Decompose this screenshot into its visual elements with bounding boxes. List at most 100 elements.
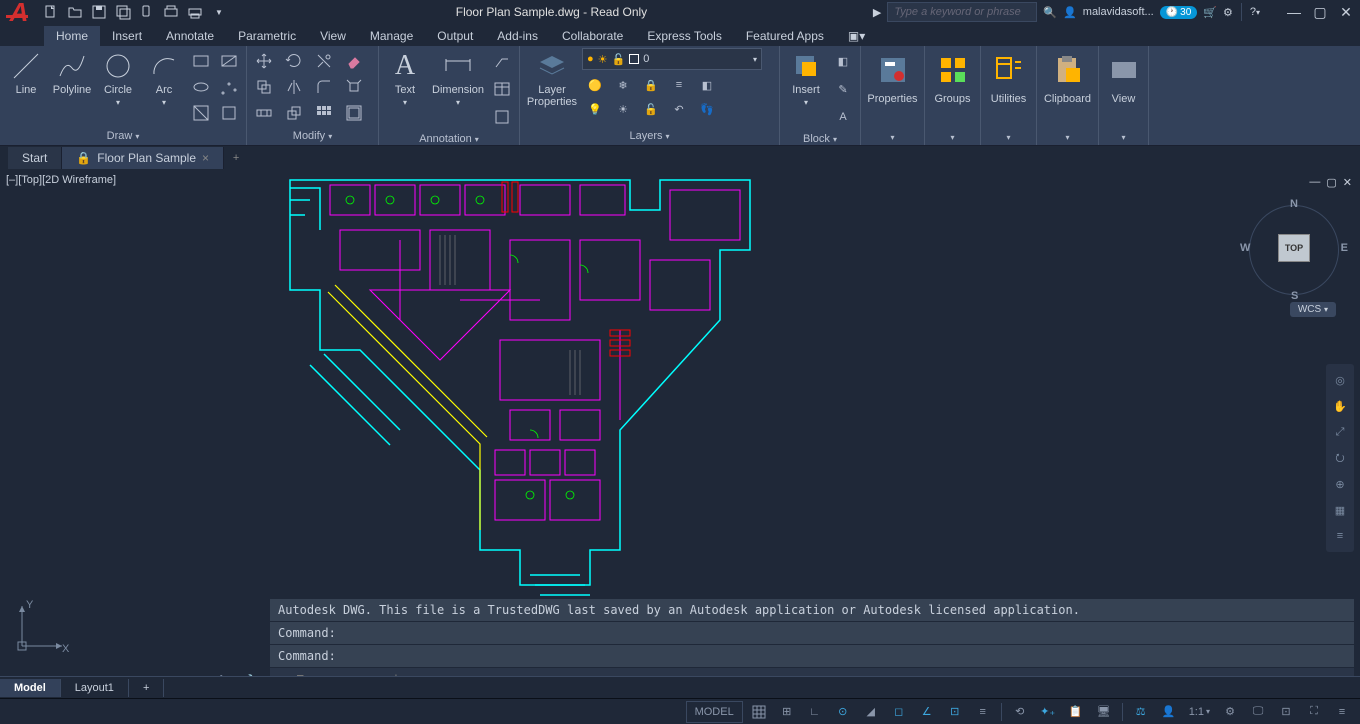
orbit-icon[interactable]: ⭮ (1330, 448, 1350, 468)
layout-tab-model[interactable]: Model (0, 679, 61, 697)
layer-lock-tool[interactable]: 🔒 (638, 72, 664, 98)
polar-toggle[interactable]: ⊙ (831, 701, 855, 723)
scale-tool[interactable] (281, 100, 307, 126)
anno-scale-value[interactable]: 1:1▾ (1185, 701, 1214, 723)
nav-settings-icon[interactable]: ≡ (1330, 526, 1350, 546)
nav-more-icon[interactable]: ▦ (1330, 500, 1350, 520)
user-name-label[interactable]: malavidasoft... (1083, 6, 1154, 18)
anno-vis-icon[interactable]: 👤 (1157, 701, 1181, 723)
close-tab-icon[interactable]: × (202, 151, 209, 165)
signin-icon[interactable]: 👤 (1063, 6, 1077, 19)
insert-tool[interactable]: Insert▾ (784, 48, 828, 109)
tab-collaborate[interactable]: Collaborate (550, 26, 635, 46)
panel-block-title[interactable]: Block▾ (784, 130, 856, 148)
showmo-icon[interactable]: ⊕ (1330, 474, 1350, 494)
hatch-tool[interactable] (216, 48, 242, 74)
layer-iso-tool[interactable]: ◧ (694, 72, 720, 98)
trans-toggle[interactable]: ≡ (971, 701, 995, 723)
arc-tool[interactable]: Arc▾ (142, 48, 186, 109)
rectangle-tool[interactable] (188, 48, 214, 74)
app-logo[interactable]: A (4, 0, 34, 27)
drawing-area[interactable]: [–][Top][2D Wireframe] — ▢ ✕ (0, 170, 1360, 692)
layout-tab-add[interactable]: + (129, 679, 164, 697)
filetab-start[interactable]: Start (8, 147, 62, 169)
qat-web-icon[interactable] (136, 2, 158, 22)
panel-groups[interactable]: Groups ▾ (925, 46, 981, 145)
create-block-tool[interactable]: ◧ (830, 48, 856, 74)
workspace-switch-icon[interactable]: ⚙ (1218, 701, 1242, 723)
array-tool[interactable] (311, 100, 337, 126)
layer-match-tool[interactable]: ≡ (666, 72, 692, 98)
rotate-tool[interactable] (281, 48, 307, 74)
edit-block-tool[interactable]: ✎ (830, 76, 856, 102)
anno-scale-icon[interactable]: ⚖ (1129, 701, 1153, 723)
qat-open-icon[interactable] (64, 2, 86, 22)
wcs-dropdown[interactable]: WCS ▾ (1290, 302, 1336, 317)
layer-prev-tool[interactable]: ↶ (666, 96, 692, 122)
explode-tool[interactable] (341, 74, 367, 100)
tab-featured[interactable]: Featured Apps (734, 26, 836, 46)
ucs-icon[interactable]: Y X (12, 596, 72, 656)
tab-output[interactable]: Output (425, 26, 485, 46)
customize-status-icon[interactable]: ≡ (1330, 701, 1354, 723)
selection-cycling[interactable]: ⟲ (1008, 701, 1032, 723)
move-tool[interactable] (251, 48, 277, 74)
layout-tab-layout1[interactable]: Layout1 (61, 679, 129, 697)
line-tool[interactable]: Line (4, 48, 48, 98)
dyn-input-toggle[interactable]: ✦₊ (1036, 701, 1060, 723)
new-tab-button[interactable]: + (224, 152, 248, 164)
tab-home[interactable]: Home (44, 26, 100, 46)
clean-screen-icon[interactable]: ⛶ (1302, 701, 1326, 723)
panel-properties[interactable]: Properties ▾ (861, 46, 925, 145)
dimension-tool[interactable]: Dimension▾ (429, 48, 487, 109)
iso-toggle[interactable]: ◢ (859, 701, 883, 723)
vp-close-icon[interactable]: ✕ (1343, 176, 1352, 189)
layer-freeze-tool[interactable]: ❄ (610, 72, 636, 98)
qat-save-icon[interactable] (88, 2, 110, 22)
layer-thaw-tool[interactable]: ☀ (610, 96, 636, 122)
layer-off-tool[interactable]: 🟡 (582, 72, 608, 98)
more-draw-tool[interactable] (216, 100, 242, 126)
app-store-icon[interactable]: ⚙ (1223, 6, 1233, 19)
table-tool[interactable] (489, 76, 515, 102)
model-space-button[interactable]: MODEL (686, 701, 743, 723)
layer-dropdown[interactable]: ● ☀ 🔓 0 ▾ (582, 48, 762, 70)
tab-addins[interactable]: Add-ins (485, 26, 550, 46)
hardware-accel-icon[interactable]: ⊡ (1274, 701, 1298, 723)
full-nav-wheel-icon[interactable]: ◎ (1330, 370, 1350, 390)
share-arrow-icon[interactable]: ▶ (873, 6, 881, 19)
qat-more-icon[interactable]: ▼ (208, 2, 230, 22)
zoom-extents-icon[interactable]: ⤢ (1330, 422, 1350, 442)
fillet-tool[interactable] (311, 74, 337, 100)
tab-manage[interactable]: Manage (358, 26, 425, 46)
help-search-input[interactable]: Type a keyword or phrase (887, 2, 1037, 22)
search-icon[interactable]: 🔍 (1043, 6, 1057, 19)
spline-tool[interactable] (216, 74, 242, 100)
qat-plot-icon[interactable] (160, 2, 182, 22)
snap-toggle[interactable]: ⊞ (775, 701, 799, 723)
vp-minimize-icon[interactable]: — (1309, 176, 1320, 189)
anno-monitor-icon[interactable]: 🖵 (1246, 701, 1270, 723)
qat-new-icon[interactable] (40, 2, 62, 22)
ortho-toggle[interactable]: ∟ (803, 701, 827, 723)
layer-walk-tool[interactable]: 👣 (694, 96, 720, 122)
pan-icon[interactable]: ✋ (1330, 396, 1350, 416)
more-anno-tool[interactable] (489, 104, 515, 130)
filetab-current[interactable]: 🔒 Floor Plan Sample × (62, 147, 224, 169)
vp-restore-icon[interactable]: ▢ (1326, 176, 1336, 189)
tab-insert[interactable]: Insert (100, 26, 154, 46)
panel-annotation-title[interactable]: Annotation▾ (383, 130, 515, 148)
offset-tool[interactable] (341, 100, 367, 126)
panel-clipboard[interactable]: Clipboard ▾ (1037, 46, 1099, 145)
close-button[interactable]: ✕ (1336, 4, 1356, 21)
tab-parametric[interactable]: Parametric (226, 26, 308, 46)
viewcube[interactable]: TOP N S W E (1244, 200, 1344, 300)
qat-saveas-icon[interactable] (112, 2, 134, 22)
tab-annotate[interactable]: Annotate (154, 26, 226, 46)
ellipse-tool[interactable] (188, 74, 214, 100)
panel-modify-title[interactable]: Modify▾ (251, 127, 374, 145)
viewport-controls-label[interactable]: [–][Top][2D Wireframe] (6, 174, 116, 186)
panel-utilities[interactable]: Utilities ▾ (981, 46, 1037, 145)
erase-tool[interactable] (341, 48, 367, 74)
trial-badge[interactable]: 🕐 30 (1160, 6, 1198, 19)
